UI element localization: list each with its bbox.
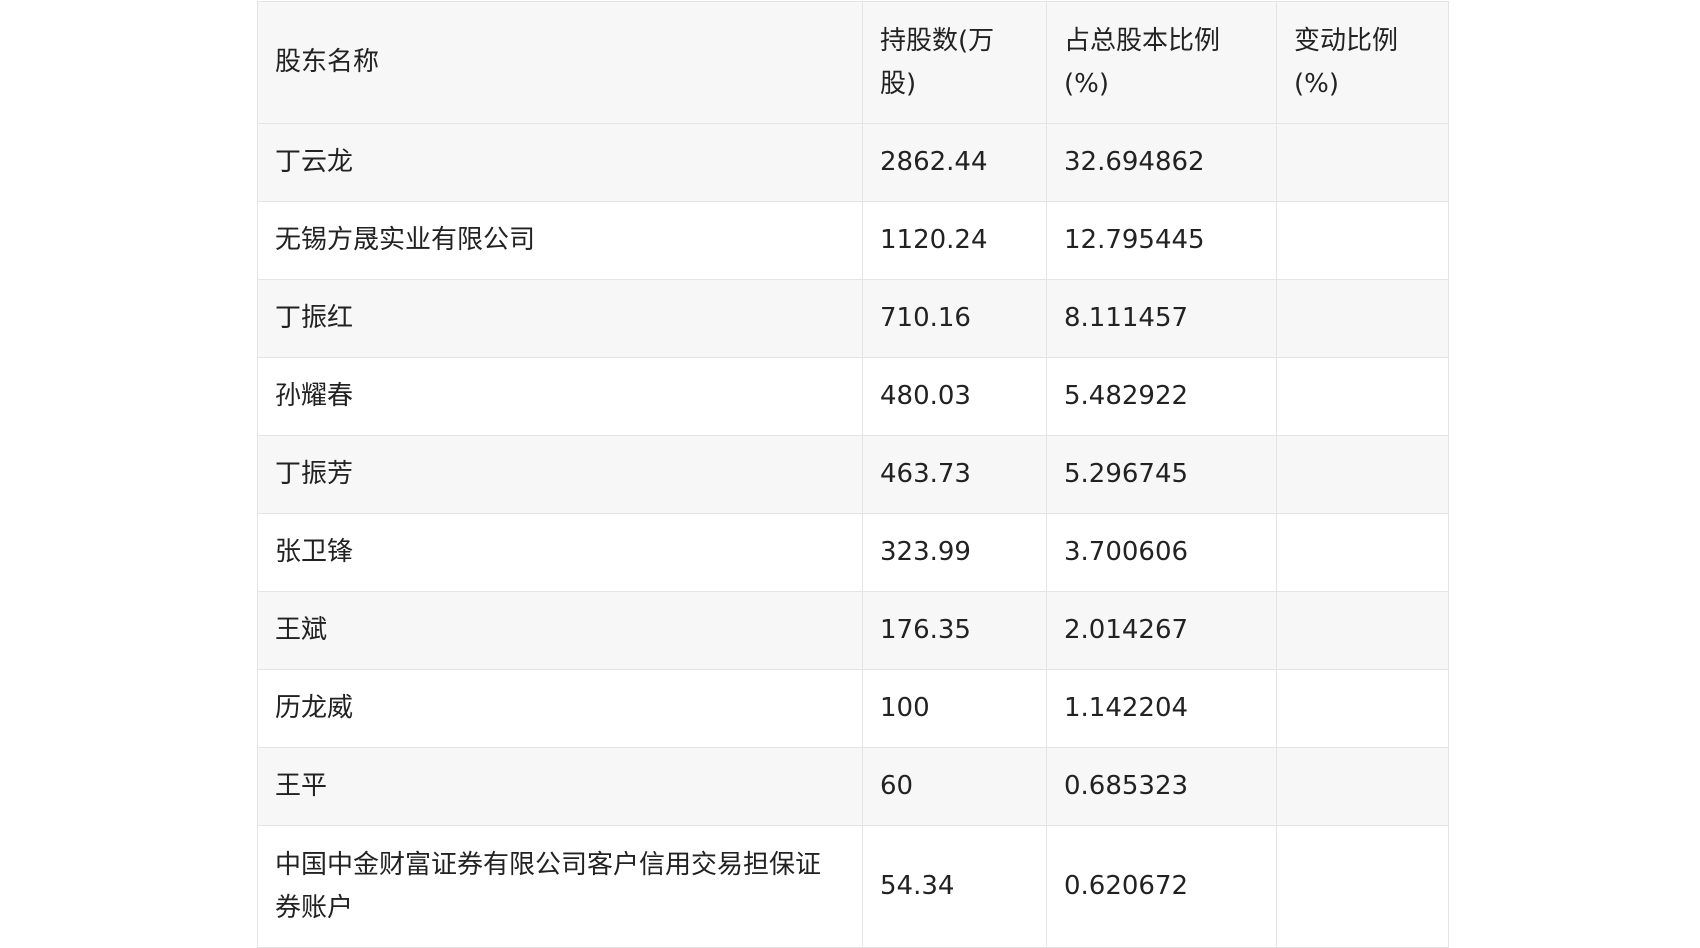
cell-shares: 1120.24 xyxy=(862,201,1047,280)
table-row: 丁振芳 463.73 5.296745 xyxy=(257,435,1449,514)
cell-name: 张卫锋 xyxy=(257,513,863,592)
cell-ratio: 2.014267 xyxy=(1046,591,1277,670)
header-shares-held: 持股数(万股) xyxy=(862,1,1047,124)
cell-name: 王斌 xyxy=(257,591,863,670)
cell-name: 丁振芳 xyxy=(257,435,863,514)
cell-shares: 463.73 xyxy=(862,435,1047,514)
cell-shares: 480.03 xyxy=(862,357,1047,436)
table-row: 丁振红 710.16 8.111457 xyxy=(257,279,1449,358)
cell-change xyxy=(1276,591,1449,670)
cell-shares: 2862.44 xyxy=(862,123,1047,202)
cell-shares: 176.35 xyxy=(862,591,1047,670)
table-row: 王平 60 0.685323 xyxy=(257,747,1449,826)
cell-name: 王平 xyxy=(257,747,863,826)
table-row: 王斌 176.35 2.014267 xyxy=(257,591,1449,670)
cell-ratio: 8.111457 xyxy=(1046,279,1277,358)
cell-shares: 54.34 xyxy=(862,825,1047,948)
cell-change xyxy=(1276,123,1449,202)
cell-name: 中国中金财富证券有限公司客户信用交易担保证券账户 xyxy=(257,825,863,948)
header-row: 股东名称 持股数(万股) 占总股本比例(%) 变动比例(%) xyxy=(257,1,1449,124)
cell-ratio: 0.620672 xyxy=(1046,825,1277,948)
cell-change xyxy=(1276,669,1449,748)
cell-change xyxy=(1276,357,1449,436)
cell-change xyxy=(1276,513,1449,592)
table-row: 无锡方晟实业有限公司 1120.24 12.795445 xyxy=(257,201,1449,280)
cell-shares: 710.16 xyxy=(862,279,1047,358)
cell-change xyxy=(1276,747,1449,826)
cell-change xyxy=(1276,201,1449,280)
table-row: 历龙威 100 1.142204 xyxy=(257,669,1449,748)
cell-name: 丁云龙 xyxy=(257,123,863,202)
cell-change xyxy=(1276,279,1449,358)
cell-name: 丁振红 xyxy=(257,279,863,358)
cell-ratio: 32.694862 xyxy=(1046,123,1277,202)
cell-change xyxy=(1276,825,1449,948)
cell-shares: 323.99 xyxy=(862,513,1047,592)
cell-change xyxy=(1276,435,1449,514)
header-share-ratio: 占总股本比例(%) xyxy=(1046,1,1277,124)
cell-shares: 100 xyxy=(862,669,1047,748)
shareholder-table-container: 股东名称 持股数(万股) 占总股本比例(%) 变动比例(%) 丁云龙 2862.… xyxy=(257,1,1449,948)
table-row: 丁云龙 2862.44 32.694862 xyxy=(257,123,1449,202)
cell-ratio: 12.795445 xyxy=(1046,201,1277,280)
cell-ratio: 5.296745 xyxy=(1046,435,1277,514)
cell-name: 无锡方晟实业有限公司 xyxy=(257,201,863,280)
cell-ratio: 3.700606 xyxy=(1046,513,1277,592)
cell-name: 历龙威 xyxy=(257,669,863,748)
shareholder-table: 股东名称 持股数(万股) 占总股本比例(%) 变动比例(%) 丁云龙 2862.… xyxy=(257,1,1449,948)
table-row: 张卫锋 323.99 3.700606 xyxy=(257,513,1449,592)
header-shareholder-name: 股东名称 xyxy=(257,1,863,124)
cell-ratio: 1.142204 xyxy=(1046,669,1277,748)
table-header: 股东名称 持股数(万股) 占总股本比例(%) 变动比例(%) xyxy=(257,1,1449,124)
table-row: 孙耀春 480.03 5.482922 xyxy=(257,357,1449,436)
cell-ratio: 0.685323 xyxy=(1046,747,1277,826)
cell-ratio: 5.482922 xyxy=(1046,357,1277,436)
cell-name: 孙耀春 xyxy=(257,357,863,436)
table-row: 中国中金财富证券有限公司客户信用交易担保证券账户 54.34 0.620672 xyxy=(257,825,1449,948)
header-change-ratio: 变动比例(%) xyxy=(1276,1,1449,124)
table-body: 丁云龙 2862.44 32.694862 无锡方晟实业有限公司 1120.24… xyxy=(257,123,1449,948)
cell-shares: 60 xyxy=(862,747,1047,826)
